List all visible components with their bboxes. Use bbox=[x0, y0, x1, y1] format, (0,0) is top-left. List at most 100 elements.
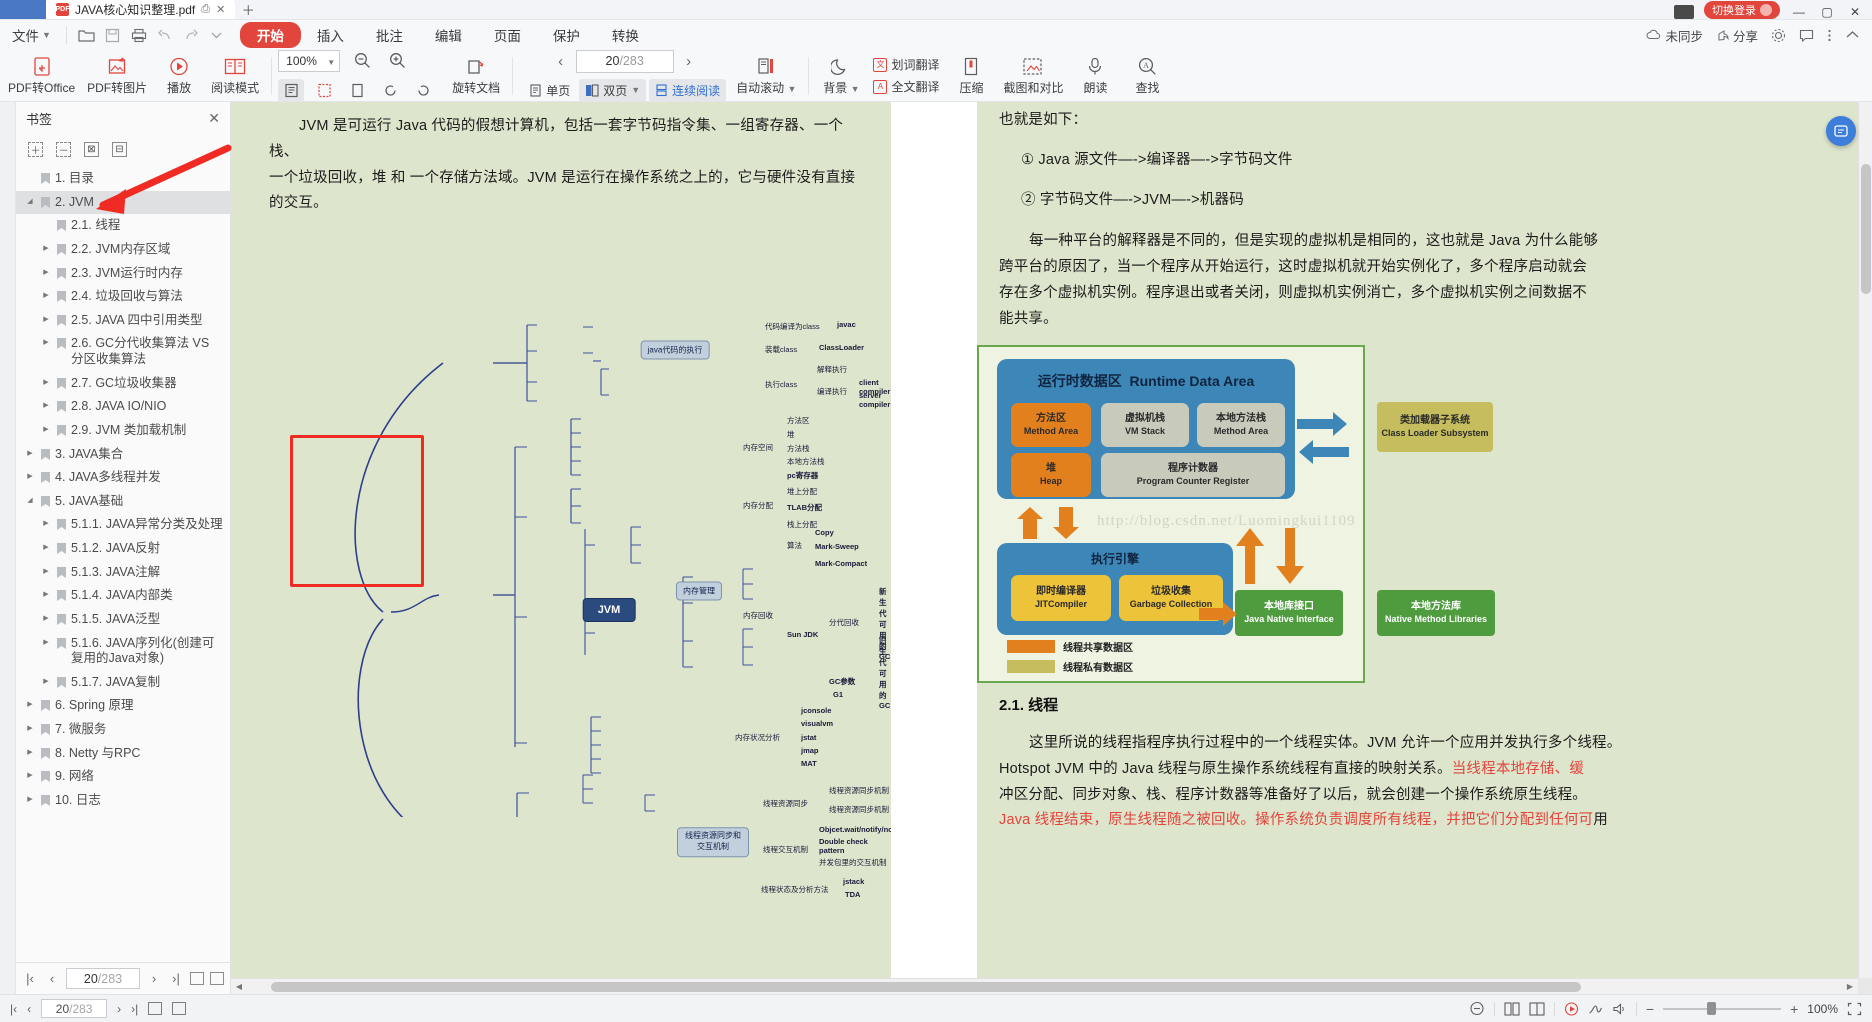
new-tab-button[interactable]: ＋ bbox=[235, 0, 261, 19]
bookmark-item[interactable]: 1. 目录 bbox=[16, 167, 230, 191]
bookmark-item[interactable]: ▶ 5.1.6. JAVA序列化(创建可复用的Java对象) bbox=[16, 632, 230, 671]
bookmark-item[interactable]: ▶ 2.9. JVM 类加载机制 bbox=[16, 419, 230, 443]
view-mode-single[interactable]: 单页 bbox=[523, 79, 576, 102]
bookmark-list[interactable]: 1. 目录 ◢ 2. JVM 2.1. 线程 ▶ 2.2. JVM内存区域 ▶ 2.3. JV… bbox=[16, 164, 230, 962]
more-vertical-icon[interactable] bbox=[1827, 28, 1832, 43]
tab-comment[interactable]: 批注 bbox=[360, 22, 419, 48]
read-aloud-button[interactable]: 朗读 bbox=[1069, 51, 1121, 101]
zoom-level-select[interactable]: 100% ▼ bbox=[278, 49, 341, 72]
chevron-right-icon[interactable]: ▶ bbox=[24, 447, 36, 459]
next-page-button[interactable]: › bbox=[678, 53, 700, 70]
add-bookmark-icon[interactable]: ⊠ bbox=[84, 141, 99, 157]
reading-mode-button[interactable]: 阅读模式 bbox=[205, 51, 265, 101]
tab-convert[interactable]: 转换 bbox=[596, 22, 655, 48]
window-close-button[interactable]: ✕ bbox=[1846, 5, 1864, 19]
zoom-slider-handle[interactable] bbox=[1707, 1002, 1717, 1015]
minimize-button[interactable]: — bbox=[1790, 5, 1808, 19]
prev-page-button[interactable]: ‹ bbox=[550, 53, 572, 70]
bookmark-item[interactable]: ▶ 2.6. GC分代收集算法 VS 分区收集算法 bbox=[16, 332, 230, 371]
compress-button[interactable]: 压缩 bbox=[945, 51, 997, 101]
scroll-left-icon[interactable]: ◀ bbox=[231, 982, 247, 991]
two-page-icon[interactable] bbox=[1529, 1001, 1545, 1016]
chevron-right-icon[interactable]: ▶ bbox=[24, 470, 36, 482]
last-page-icon[interactable]: ›| bbox=[168, 971, 184, 986]
status-page-input[interactable]: 20/283 bbox=[41, 999, 108, 1018]
customize-dropdown-icon[interactable] bbox=[204, 23, 230, 47]
sync-status-button[interactable]: 未同步 bbox=[1646, 26, 1703, 45]
chevron-down-icon[interactable]: ◢ bbox=[24, 494, 36, 506]
fullscreen-icon[interactable] bbox=[1847, 1002, 1862, 1016]
bookmark-item[interactable]: ▶ 6. Spring 原理 bbox=[16, 694, 230, 718]
rotate-document-button[interactable]: 旋转文档 bbox=[446, 51, 506, 101]
vertical-scrollbar[interactable] bbox=[1858, 102, 1872, 978]
actual-size-icon[interactable] bbox=[344, 79, 370, 103]
chevron-right-icon[interactable]: ▶ bbox=[24, 722, 36, 734]
prev-page-icon[interactable]: ‹ bbox=[44, 971, 60, 986]
bookmark-item[interactable]: ◢ 5. JAVA基础 bbox=[16, 490, 230, 514]
chevron-right-icon[interactable]: ▶ bbox=[40, 612, 52, 624]
chevron-down-icon[interactable]: ◢ bbox=[24, 195, 36, 207]
pdf-to-office-button[interactable]: PDF转Office bbox=[2, 51, 81, 101]
bookmark-item[interactable]: ▶ 5.1.5. JAVA泛型 bbox=[16, 608, 230, 632]
rotate-left-icon[interactable] bbox=[377, 79, 403, 103]
collapse-all-icon[interactable]: － bbox=[56, 141, 71, 157]
page-layout-icon-2[interactable] bbox=[210, 972, 224, 985]
translate-word-button[interactable]: 文 划词翻译 bbox=[873, 56, 939, 73]
pin-icon[interactable]: ⎙ bbox=[201, 3, 210, 16]
tab-edit[interactable]: 编辑 bbox=[419, 22, 478, 48]
share-button[interactable]: 分享 bbox=[1716, 26, 1758, 45]
bookmark-page-input[interactable]: 20/283 bbox=[66, 968, 140, 989]
feedback-icon[interactable] bbox=[1799, 29, 1814, 42]
chevron-right-icon[interactable]: ▶ bbox=[40, 266, 52, 278]
bookmark-item[interactable]: ▶ 5.1.1. JAVA异常分类及处理 bbox=[16, 513, 230, 537]
speaker-icon[interactable] bbox=[1612, 1002, 1627, 1016]
chevron-right-icon[interactable]: ▶ bbox=[24, 698, 36, 710]
bookmark-item[interactable]: ▶ 2.7. GC垃圾收集器 bbox=[16, 372, 230, 396]
bookmark-item[interactable]: ▶ 4. JAVA多线程并发 bbox=[16, 466, 230, 490]
bookmark-item[interactable]: ▶ 2.2. JVM内存区域 bbox=[16, 238, 230, 262]
left-rail[interactable] bbox=[0, 102, 16, 994]
chevron-right-icon[interactable]: ▶ bbox=[24, 746, 36, 758]
bookmark-options-icon[interactable]: ⊟ bbox=[112, 141, 127, 157]
last-page-icon[interactable]: ›| bbox=[131, 1002, 138, 1016]
prev-page-icon[interactable]: ‹ bbox=[27, 1002, 31, 1016]
rotate-right-icon[interactable] bbox=[410, 79, 436, 103]
bookmark-item[interactable]: ▶ 5.1.7. JAVA复制 bbox=[16, 671, 230, 695]
page-view-icon[interactable] bbox=[1504, 1001, 1520, 1016]
chevron-right-icon[interactable]: ▶ bbox=[40, 541, 52, 553]
bookmark-item[interactable]: ▶ 3. JAVA集合 bbox=[16, 443, 230, 467]
bookmark-item[interactable]: ▶ 2.4. 垃圾回收与算法 bbox=[16, 285, 230, 309]
fit-width-icon[interactable] bbox=[311, 79, 337, 103]
bookmark-item[interactable]: ▶ 2.5. JAVA 四中引用类型 bbox=[16, 309, 230, 333]
chevron-right-icon[interactable]: ▶ bbox=[40, 517, 52, 529]
background-button[interactable]: 背景 ▼ bbox=[815, 51, 867, 101]
page-layout-icon-2[interactable] bbox=[172, 1002, 187, 1015]
bookmark-item[interactable]: ▶ 8. Netty 与RPC bbox=[16, 742, 230, 766]
chevron-right-icon[interactable]: ▶ bbox=[40, 242, 52, 254]
view-mode-double[interactable]: 双页 ▼ bbox=[579, 78, 647, 102]
play-icon[interactable] bbox=[1564, 1001, 1579, 1016]
page-layout-icon[interactable] bbox=[148, 1002, 163, 1015]
chevron-right-icon[interactable]: ▶ bbox=[24, 769, 36, 781]
thumbnail-icon[interactable] bbox=[1469, 1001, 1485, 1016]
chevron-right-icon[interactable]: ▶ bbox=[40, 399, 52, 411]
plus-icon[interactable]: + bbox=[1790, 1001, 1798, 1017]
chevron-right-icon[interactable]: ▶ bbox=[40, 376, 52, 388]
horizontal-scroll-thumb[interactable] bbox=[271, 981, 1581, 992]
gear-icon[interactable] bbox=[1771, 28, 1786, 43]
zoom-out-icon[interactable] bbox=[349, 49, 375, 73]
bookmark-item[interactable]: ▶ 10. 日志 bbox=[16, 789, 230, 813]
screenshot-compare-button[interactable]: 截图和对比 bbox=[997, 51, 1069, 101]
print-icon[interactable] bbox=[126, 23, 152, 47]
save-icon[interactable] bbox=[100, 23, 126, 47]
bookmark-item[interactable]: ▶ 5.1.3. JAVA注解 bbox=[16, 561, 230, 585]
chevron-right-icon[interactable]: ▶ bbox=[40, 336, 52, 348]
collapse-ribbon-icon[interactable] bbox=[1845, 30, 1860, 40]
close-icon[interactable]: ✕ bbox=[216, 3, 225, 16]
maximize-button[interactable]: ▢ bbox=[1818, 5, 1836, 19]
fit-page-icon[interactable] bbox=[278, 78, 305, 103]
close-icon[interactable]: ✕ bbox=[208, 110, 220, 127]
signature-icon[interactable] bbox=[1588, 1002, 1603, 1016]
find-button[interactable]: A 查找 bbox=[1121, 51, 1173, 101]
undo-icon[interactable] bbox=[152, 23, 178, 47]
